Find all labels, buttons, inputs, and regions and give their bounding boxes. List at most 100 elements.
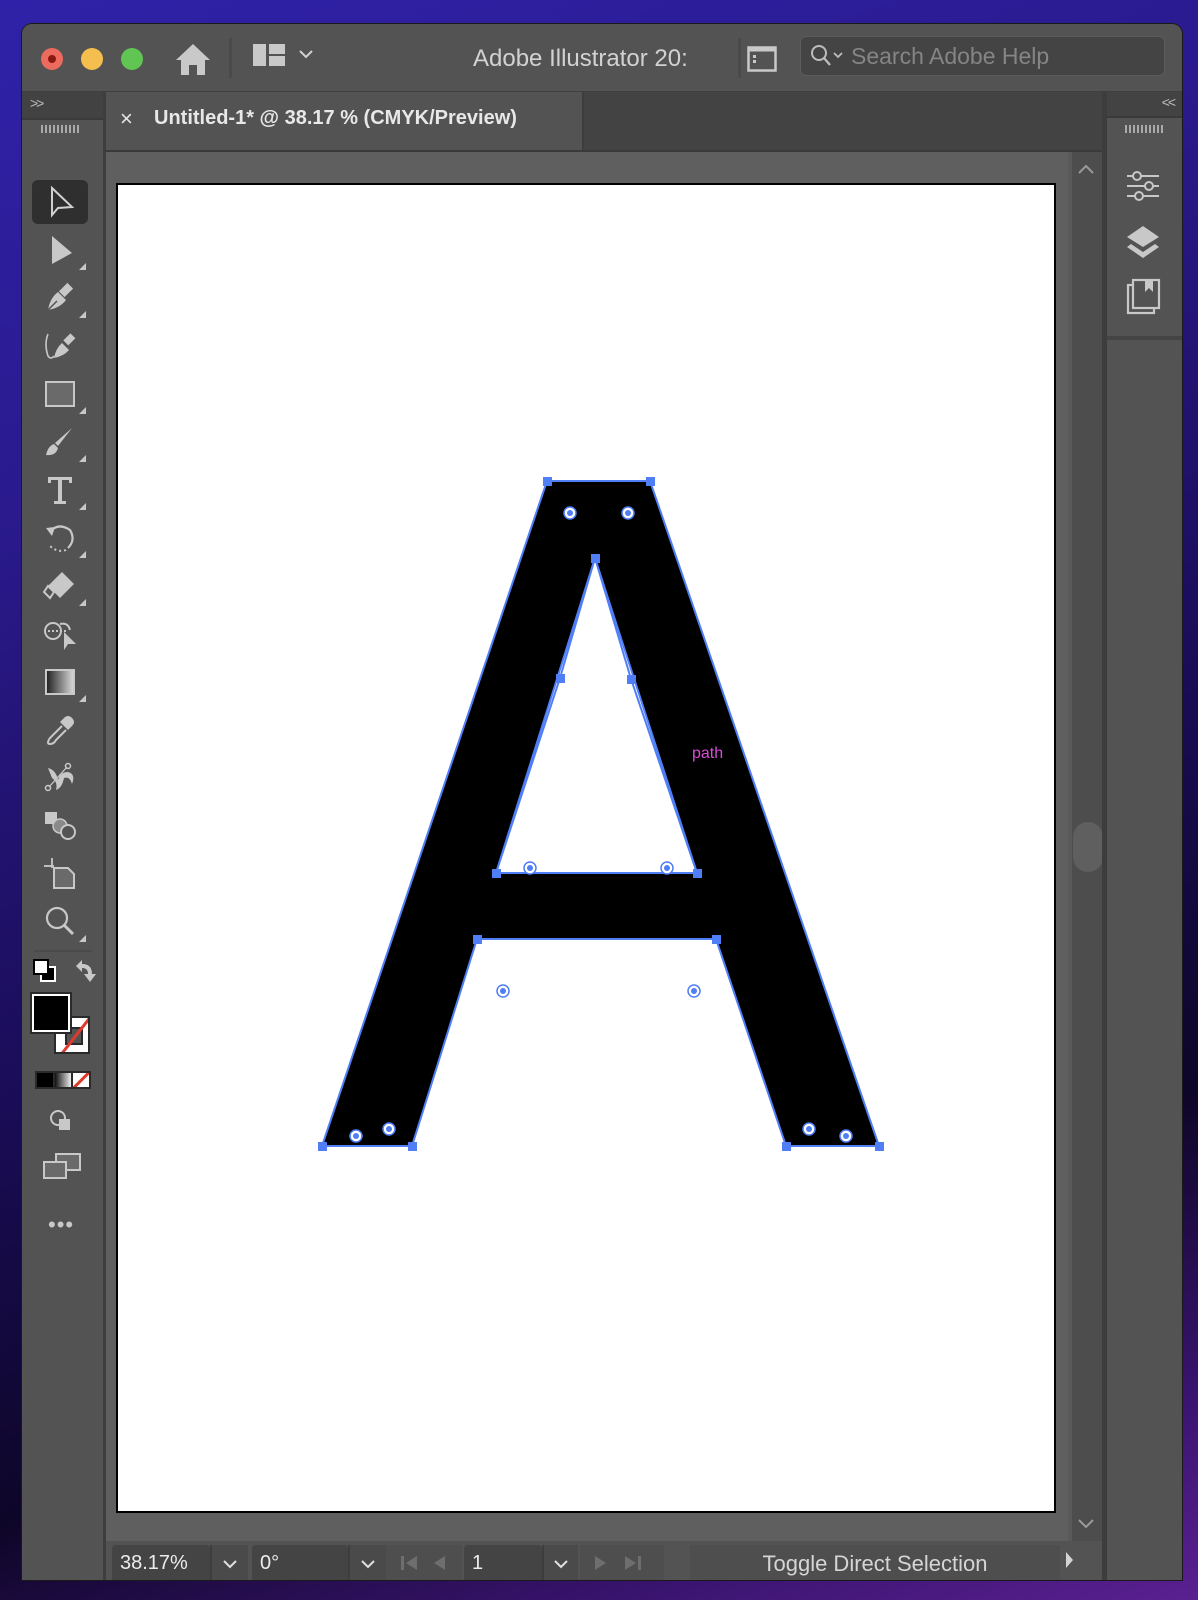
close-tab-icon[interactable]: × — [120, 106, 133, 132]
live-corner-widget-dot — [806, 1126, 812, 1132]
close-window-button[interactable] — [41, 48, 63, 70]
screen-mode-icon — [43, 1153, 81, 1179]
shape-builder-tool[interactable] — [32, 612, 88, 656]
vertical-scrollbar[interactable] — [1068, 152, 1103, 1541]
artboard-number-dropdown[interactable] — [542, 1545, 578, 1580]
eyedropper-tool[interactable] — [32, 708, 88, 752]
collapse-panels-icon[interactable]: << — [1162, 94, 1176, 110]
last-artboard-icon[interactable] — [624, 1555, 642, 1571]
letter-a-shape[interactable] — [320, 480, 881, 1147]
anchor-point[interactable] — [712, 935, 721, 944]
toolbar-header[interactable]: >> — [22, 92, 103, 120]
workspace-dropdown[interactable] — [298, 46, 314, 62]
arrange-documents-button[interactable] — [747, 45, 777, 73]
anchor-point[interactable] — [473, 935, 482, 944]
properties-icon[interactable] — [1123, 166, 1163, 206]
artboard-tool[interactable] — [32, 852, 88, 896]
artboard-number-field[interactable]: 1 — [464, 1545, 542, 1580]
artboard-number-value: 1 — [472, 1552, 484, 1574]
divider — [738, 38, 741, 78]
anchor-point[interactable] — [875, 1142, 884, 1151]
anchor-point[interactable] — [318, 1142, 327, 1151]
previous-artboard-icon[interactable] — [432, 1555, 446, 1571]
artboard-nav-next-group — [580, 1545, 664, 1580]
submenu-indicator — [79, 935, 86, 942]
zoom-tool[interactable] — [32, 900, 88, 944]
pen-tool[interactable] — [32, 276, 88, 320]
color-mode-button[interactable] — [37, 1073, 53, 1087]
workspace-layout-icon — [253, 44, 285, 66]
libraries-icon[interactable] — [1123, 276, 1163, 316]
anchor-point[interactable] — [646, 477, 655, 486]
paintbrush-tool[interactable] — [32, 420, 88, 464]
swap-arrow-icon — [76, 960, 96, 982]
scroll-down-icon[interactable] — [1076, 1517, 1096, 1531]
right-panel-header[interactable]: << — [1107, 92, 1182, 118]
anchor-point[interactable] — [693, 869, 702, 878]
anchor-point[interactable] — [782, 1142, 791, 1151]
fill-swatch[interactable] — [30, 992, 72, 1034]
scroll-up-icon[interactable] — [1076, 162, 1096, 176]
panel-grip[interactable] — [1125, 125, 1163, 133]
gradient-swatch-icon — [45, 669, 75, 695]
type-tool[interactable] — [32, 468, 88, 512]
live-corner-widget-dot — [567, 510, 573, 516]
gradient-tool[interactable] — [32, 660, 88, 704]
rotation-value: 0° — [260, 1552, 280, 1574]
screen-mode-button[interactable] — [42, 1152, 82, 1182]
toolbar-grip[interactable] — [41, 125, 79, 133]
home-button[interactable] — [174, 42, 212, 76]
anchor-point[interactable] — [408, 1142, 417, 1151]
zoom-level-field[interactable]: 38.17% — [112, 1545, 210, 1580]
direct-selection-tool[interactable] — [32, 228, 88, 272]
draw-mode-button[interactable] — [48, 1108, 74, 1134]
selection-arrow-icon — [51, 185, 75, 218]
anchor-point[interactable] — [543, 477, 552, 486]
document-tab-label: Untitled-1* @ 38.17 % (CMYK/Preview) — [154, 107, 517, 129]
first-artboard-icon[interactable] — [400, 1555, 418, 1571]
status-text: Toggle Direct Selection — [762, 1551, 988, 1576]
expand-toolbar-icon[interactable]: >> — [30, 95, 44, 111]
rotation-dropdown[interactable] — [348, 1545, 386, 1580]
anchor-point[interactable] — [591, 554, 600, 563]
rectangle-icon — [45, 381, 75, 407]
paintbrush-icon — [46, 428, 72, 456]
rotate-tool[interactable] — [32, 516, 88, 560]
divider — [34, 950, 92, 952]
status-bar: 38.17% 0° 1 Toggle Direct Selection — [106, 1541, 1102, 1580]
artboard-icon — [44, 858, 75, 889]
layers-icon[interactable] — [1123, 222, 1163, 262]
eraser-tool[interactable] — [32, 564, 88, 608]
swap-fill-stroke-button[interactable] — [72, 958, 98, 986]
scrollbar-thumb[interactable] — [1073, 822, 1103, 872]
blend-tool[interactable] — [32, 804, 88, 848]
minimize-window-button[interactable] — [81, 48, 103, 70]
rectangle-tool[interactable] — [32, 372, 88, 416]
workspace-switcher-button[interactable] — [252, 42, 286, 70]
anchor-point[interactable] — [627, 675, 636, 684]
canvas-area[interactable]: path — [106, 152, 1068, 1541]
document-tab[interactable]: × Untitled-1* @ 38.17 % (CMYK/Preview) — [106, 92, 584, 150]
divider — [1107, 336, 1182, 340]
next-artboard-icon[interactable] — [594, 1555, 608, 1571]
search-input[interactable] — [851, 41, 1151, 71]
anchor-point[interactable] — [556, 674, 565, 683]
rotation-field[interactable]: 0° — [252, 1545, 348, 1580]
edit-toolbar-button[interactable]: ••• — [48, 1212, 74, 1238]
maximize-window-button[interactable] — [121, 48, 143, 70]
anchor-point[interactable] — [492, 869, 501, 878]
zoom-level-dropdown[interactable] — [210, 1545, 248, 1580]
none-mode-button[interactable] — [73, 1073, 89, 1087]
artboard-nav-prev-group — [386, 1545, 462, 1580]
puppet-warp-tool[interactable] — [32, 756, 88, 800]
status-menu-arrow-icon[interactable] — [1064, 1551, 1074, 1569]
selection-tool[interactable] — [32, 180, 88, 224]
curvature-pen-icon — [45, 333, 76, 359]
default-fill-stroke-button[interactable] — [32, 958, 58, 984]
gradient-mode-button[interactable] — [55, 1073, 71, 1087]
submenu-indicator — [79, 455, 86, 462]
status-menu[interactable]: Toggle Direct Selection — [690, 1545, 1060, 1580]
eraser-icon — [42, 572, 74, 600]
curvature-tool[interactable] — [32, 324, 88, 368]
search-adobe-help[interactable] — [800, 36, 1165, 76]
